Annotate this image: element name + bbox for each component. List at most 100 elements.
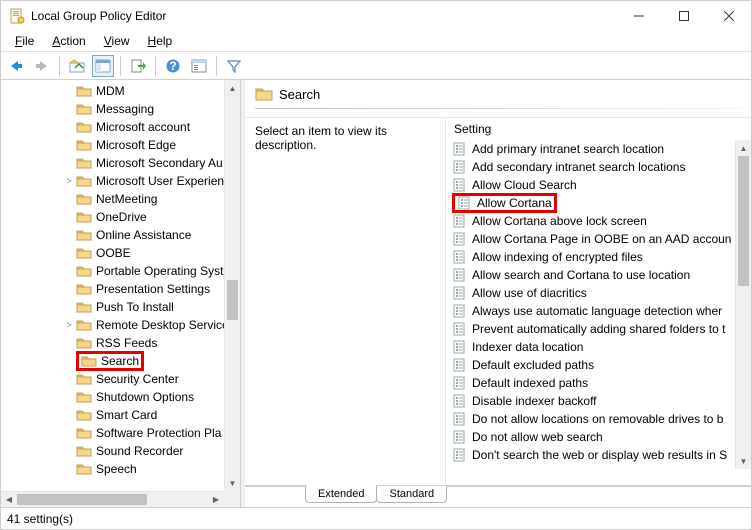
setting-item[interactable]: Do not allow web search [446,428,735,446]
tab-standard[interactable]: Standard [376,486,447,503]
close-button[interactable] [706,1,751,31]
scroll-thumb-h[interactable] [17,494,147,505]
tree-item[interactable]: Microsoft account [3,118,240,136]
folder-icon [76,444,92,458]
scroll-down-icon[interactable]: ▼ [736,453,751,469]
help-button[interactable]: ? [162,55,184,77]
tree-horizontal-scrollbar[interactable]: ◀ ▶ [1,491,224,507]
tree-item-label: Push To Install [96,300,174,314]
scroll-up-icon[interactable]: ▲ [736,140,751,156]
tree-item[interactable]: Microsoft Edge [3,136,240,154]
settings-vertical-scrollbar[interactable]: ▲ ▼ [735,140,751,469]
expander-icon [63,265,75,277]
maximize-button[interactable] [661,1,706,31]
tree-item[interactable]: Search [3,352,240,370]
scroll-thumb[interactable] [227,280,238,320]
setting-item[interactable]: Add secondary intranet search locations [446,158,735,176]
expander-icon [63,157,75,169]
tree-item[interactable]: MDM [3,82,240,100]
expander-icon[interactable]: > [63,175,75,187]
policy-icon [452,412,468,426]
tree-vertical-scrollbar[interactable]: ▲ ▼ [224,80,240,491]
header-divider [255,108,741,109]
settings-column: Setting Add primary intranet search loca… [445,118,751,485]
expander-icon [63,337,75,349]
scroll-thumb[interactable] [738,156,749,286]
tree-item[interactable]: Portable Operating Syst [3,262,240,280]
menu-action[interactable]: Action [44,32,93,50]
show-tree-button[interactable] [92,55,114,77]
tree-item-label: NetMeeting [96,192,157,206]
folder-icon [76,372,92,386]
setting-item[interactable]: Allow Cortana Page in OOBE on an AAD acc… [446,230,735,248]
folder-icon [76,192,92,206]
tree-item[interactable]: NetMeeting [3,190,240,208]
tree-item[interactable]: RSS Feeds [3,334,240,352]
expander-icon [63,103,75,115]
expander-icon[interactable]: > [63,319,75,331]
filter-button[interactable] [223,55,245,77]
back-button[interactable] [5,55,27,77]
folder-icon [76,174,92,188]
scroll-down-icon[interactable]: ▼ [225,475,240,491]
setting-item[interactable]: Allow Cortana above lock screen [446,212,735,230]
export-button[interactable] [127,55,149,77]
scroll-right-icon[interactable]: ▶ [208,492,224,507]
setting-item[interactable]: Allow use of diacritics [446,284,735,302]
tab-extended[interactable]: Extended [305,485,377,503]
setting-item[interactable]: Do not allow locations on removable driv… [446,410,735,428]
tree-item[interactable]: Microsoft Secondary Au [3,154,240,172]
setting-item[interactable]: Allow Cortana [446,194,735,212]
setting-item[interactable]: Prevent automatically adding shared fold… [446,320,735,338]
tree-item[interactable]: Software Protection Pla [3,424,240,442]
toolbar-separator [59,56,60,76]
setting-item[interactable]: Don't search the web or display web resu… [446,446,735,464]
setting-item[interactable]: Default excluded paths [446,356,735,374]
properties-button[interactable] [188,55,210,77]
tree-item[interactable]: Security Center [3,370,240,388]
setting-item[interactable]: Disable indexer backoff [446,392,735,410]
highlighted-item: Search [76,351,144,371]
folder-icon [255,86,273,102]
folder-icon [76,228,92,242]
titlebar: Local Group Policy Editor [1,1,751,31]
setting-item[interactable]: Always use automatic language detection … [446,302,735,320]
minimize-button[interactable] [616,1,661,31]
setting-item[interactable]: Allow search and Cortana to use location [446,266,735,284]
expander-icon [63,373,75,385]
tree-item[interactable]: Messaging [3,100,240,118]
up-button[interactable] [66,55,88,77]
tree-item[interactable]: OOBE [3,244,240,262]
toolbar: ? [1,52,751,80]
menu-view[interactable]: View [96,32,138,50]
tree-item[interactable]: Smart Card [3,406,240,424]
tree-item[interactable]: OneDrive [3,208,240,226]
folder-icon [76,390,92,404]
scroll-left-icon[interactable]: ◀ [1,492,17,507]
policy-icon [452,358,468,372]
tree-item-label: Portable Operating Syst [96,264,223,278]
forward-button[interactable] [31,55,53,77]
menu-help[interactable]: Help [140,32,181,50]
expander-icon [63,427,75,439]
settings-header[interactable]: Setting [446,118,751,140]
setting-item[interactable]: Indexer data location [446,338,735,356]
scroll-up-icon[interactable]: ▲ [225,80,240,96]
tree-item[interactable]: Speech [3,460,240,478]
tree-item[interactable]: Online Assistance [3,226,240,244]
setting-item[interactable]: Allow Cloud Search [446,176,735,194]
folder-icon [76,300,92,314]
tree-item[interactable]: >Remote Desktop Service [3,316,240,334]
expander-icon [63,445,75,457]
setting-item[interactable]: Add primary intranet search location [446,140,735,158]
setting-item[interactable]: Allow indexing of encrypted files [446,248,735,266]
tree-item[interactable]: Sound Recorder [3,442,240,460]
detail-header: Search [245,80,751,117]
setting-item[interactable]: Default indexed paths [446,374,735,392]
tree-item[interactable]: Push To Install [3,298,240,316]
tree-item[interactable]: Presentation Settings [3,280,240,298]
menu-file[interactable]: File [7,32,42,50]
folder-icon [76,264,92,278]
tree-item[interactable]: >Microsoft User Experien [3,172,240,190]
tree-item[interactable]: Shutdown Options [3,388,240,406]
